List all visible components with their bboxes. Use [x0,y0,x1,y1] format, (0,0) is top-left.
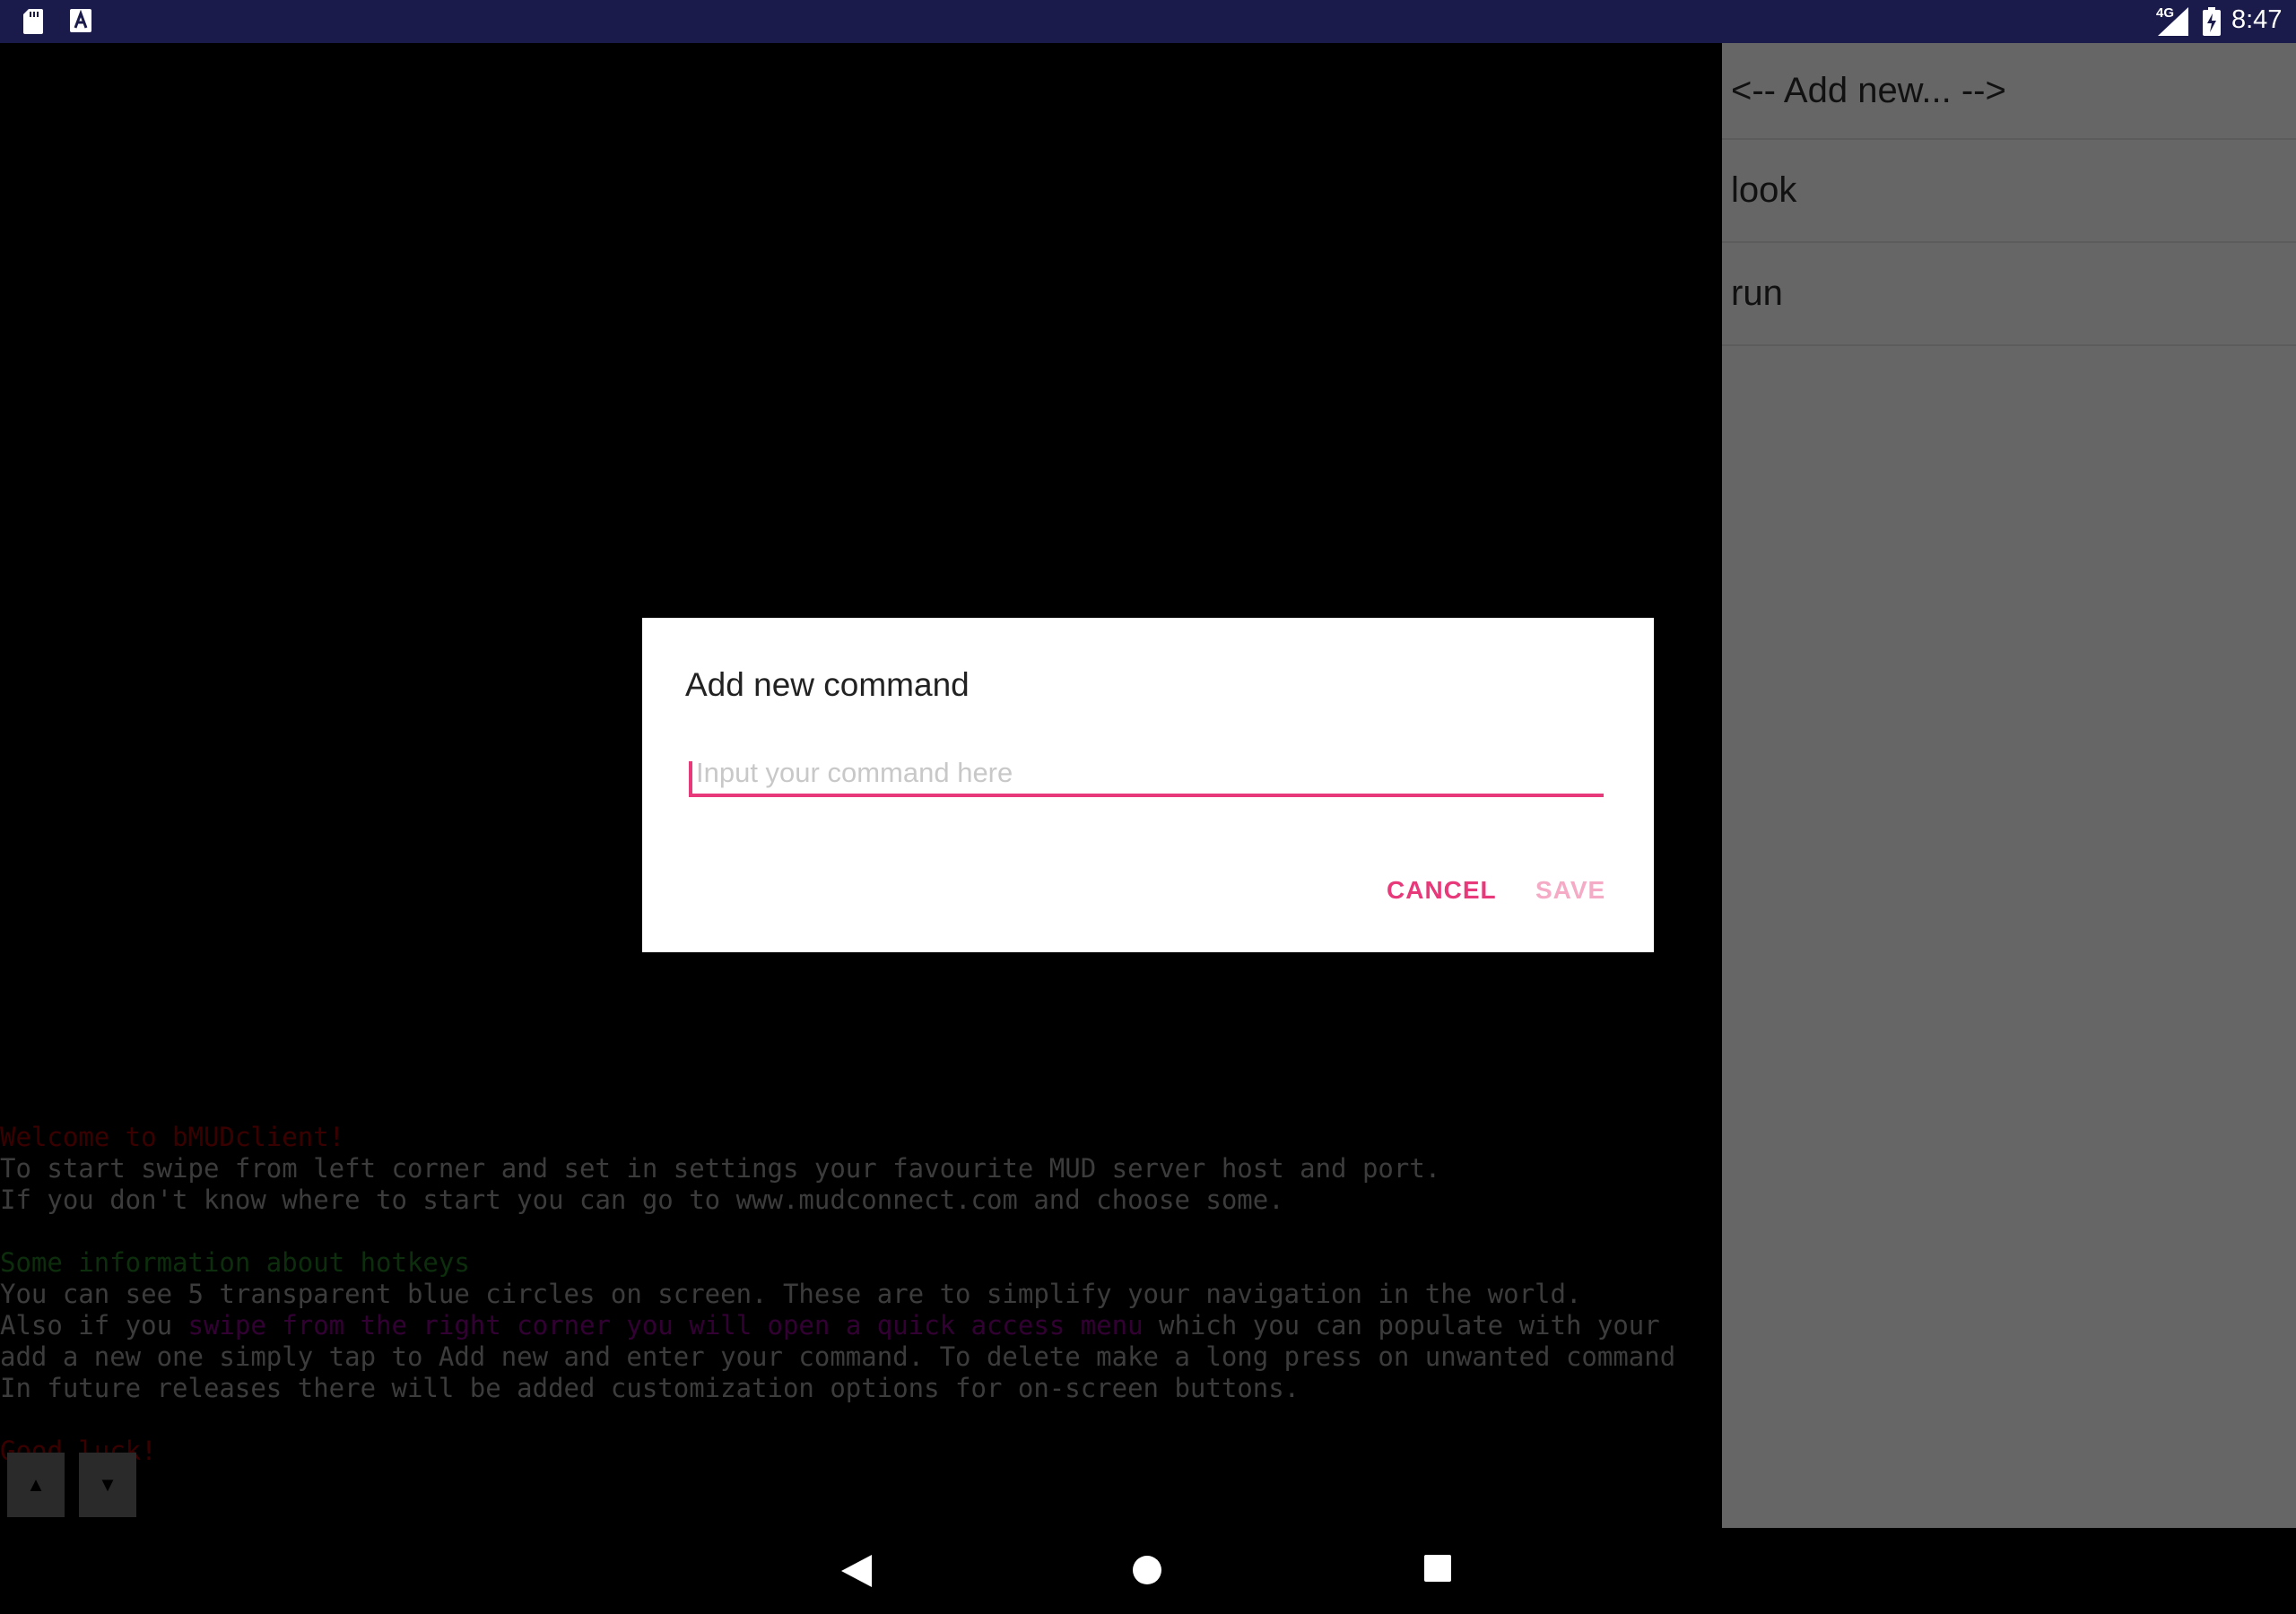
terminal-output: Welcome to bMUDclient! To start swipe fro… [0,1090,1720,1498]
command-input[interactable] [689,752,1604,797]
terminal-line: Some information about hotkeys [0,1247,470,1278]
terminal-line: Good luck! [0,1436,157,1466]
terminal-line: To start swipe from left corner and set … [0,1153,1441,1184]
home-icon[interactable] [1132,1555,1162,1585]
quick-access-drawer: <-- Add new... --> look run [1722,43,2296,1528]
dialog-title: Add new command [685,666,970,703]
sd-card-icon [23,9,43,34]
drawer-item-add-new[interactable]: <-- Add new... --> [1722,43,2296,140]
scroll-down-button[interactable]: ▼ [79,1453,136,1517]
a-icon [70,9,91,32]
terminal-highlight: swipe from the right corner you will ope… [187,1310,1144,1341]
back-icon[interactable] [841,1555,872,1587]
battery-charging-icon [2203,7,2221,36]
terminal-text: Also if you [0,1310,188,1341]
cancel-button[interactable]: CANCEL [1387,876,1497,905]
status-bar: 4G 8:47 [0,0,2296,43]
text-cursor [689,761,692,797]
signal-icon [2158,7,2188,36]
terminal-text: which you can populate with your [1143,1310,1660,1341]
terminal-line: You can see 5 transparent blue circles o… [0,1279,1582,1309]
terminal-line: If you don't know where to start you can… [0,1184,1284,1215]
clock: 8:47 [2231,5,2283,34]
add-command-dialog: Add new command CANCEL SAVE [642,618,1654,952]
drawer-item-look[interactable]: look [1722,140,2296,243]
drawer-item-run[interactable]: run [1722,243,2296,346]
terminal-line: Welcome to bMUDclient! [0,1122,345,1152]
recent-apps-icon[interactable] [1424,1555,1451,1582]
scroll-up-button[interactable]: ▲ [7,1453,65,1517]
terminal-line: In future releases there will be added c… [0,1373,1300,1403]
save-button[interactable]: SAVE [1535,876,1605,905]
terminal-line: add a new one simply tap to Add new and … [0,1341,1676,1372]
terminal-line: Also if you swipe from the right corner … [0,1310,1720,1341]
